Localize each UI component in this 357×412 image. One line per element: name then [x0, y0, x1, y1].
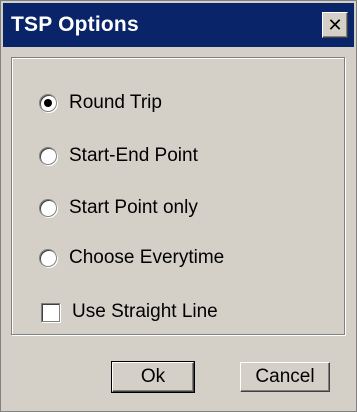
- choose-everytime-radio[interactable]: [39, 249, 57, 267]
- window-title: TSP Options: [11, 13, 139, 36]
- ok-button[interactable]: Ok: [111, 361, 195, 393]
- choose-everytime-label: Choose Everytime: [69, 247, 225, 268]
- start-point-only-radio[interactable]: [39, 199, 57, 217]
- tsp-options-dialog: TSP Options ✕ Round Trip Start-End Point…: [0, 0, 357, 412]
- straight-line-checkbox[interactable]: [41, 302, 60, 322]
- close-button[interactable]: ✕: [322, 12, 348, 38]
- start-end-point-label: Start-End Point: [69, 145, 198, 166]
- straight-line-option[interactable]: Use Straight Line: [41, 301, 218, 323]
- close-icon: ✕: [327, 14, 343, 35]
- start-end-point-radio[interactable]: [39, 147, 57, 165]
- straight-line-label: Use Straight Line: [72, 301, 218, 322]
- round-trip-label: Round Trip: [69, 92, 162, 113]
- start-point-only-option[interactable]: Start Point only: [39, 197, 198, 219]
- round-trip-option[interactable]: Round Trip: [39, 92, 162, 114]
- round-trip-radio[interactable]: [39, 94, 57, 112]
- start-point-only-label: Start Point only: [69, 197, 198, 218]
- title-bar[interactable]: TSP Options ✕: [3, 3, 354, 47]
- choose-everytime-option[interactable]: Choose Everytime: [39, 247, 224, 269]
- cancel-button[interactable]: Cancel: [240, 362, 330, 392]
- start-end-point-option[interactable]: Start-End Point: [39, 145, 198, 167]
